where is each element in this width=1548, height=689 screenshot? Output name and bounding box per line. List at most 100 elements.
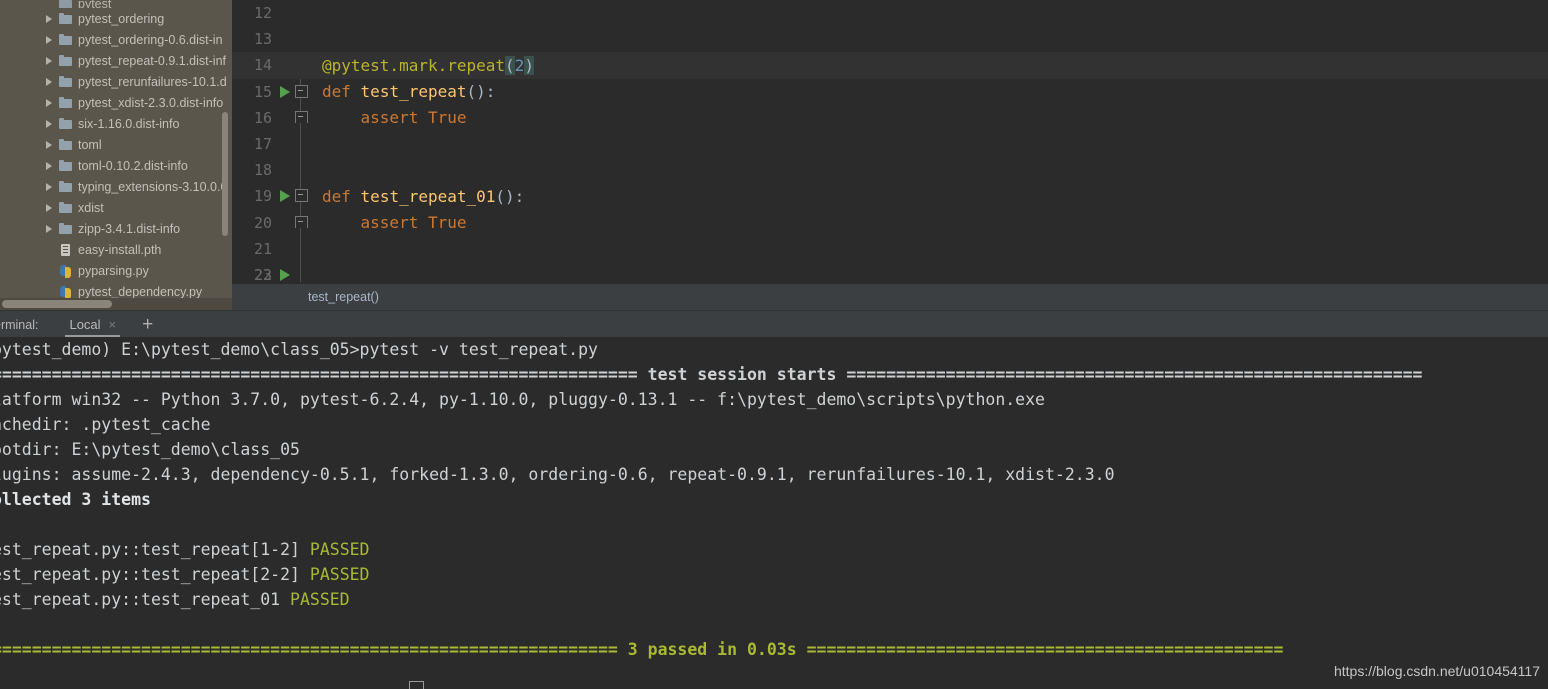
- folder-icon: [59, 33, 73, 46]
- project-tree-panel[interactable]: pytest_ pytest_ordering pytest_ordering-…: [0, 0, 232, 310]
- chevron-right-icon[interactable]: [44, 139, 55, 150]
- editor-line-14[interactable]: 14 @pytest.mark.repeat(2): [232, 52, 1548, 79]
- run-test-icon[interactable]: [272, 262, 298, 282]
- tree-item-easy-install-pth[interactable]: easy-install.pth: [0, 239, 232, 260]
- editor-line-16[interactable]: 16 assert True: [232, 104, 1548, 131]
- folder-icon: [59, 0, 73, 8]
- editor-line-20[interactable]: 20 assert True: [232, 209, 1548, 236]
- tree-item-pytest-xdist-dist-info[interactable]: pytest_xdist-2.3.0.dist-info: [0, 92, 232, 113]
- tree-item-zipp-dist-info[interactable]: zipp-3.4.1.dist-info: [0, 218, 232, 239]
- tree-item-label: typing_extensions-3.10.0.0: [78, 179, 228, 194]
- folder-icon: [59, 138, 73, 151]
- chevron-right-icon[interactable]: [44, 118, 55, 129]
- tree-item-label: pytest_dependency.py: [78, 284, 203, 299]
- fold-marker-icon[interactable]: [295, 189, 308, 203]
- terminal-text: ollected 3 items: [0, 490, 151, 509]
- terminal-tab-bar: erminal: Local × +: [0, 310, 1548, 338]
- chevron-right-icon[interactable]: [44, 202, 55, 213]
- terminal-line-collected: ollected 3 items: [0, 487, 1548, 512]
- fold-marker-icon[interactable]: [295, 84, 308, 98]
- chevron-right-icon[interactable]: [44, 223, 55, 234]
- true-keyword-token: True: [427, 213, 467, 233]
- function-name-token: test_repeat_01: [360, 186, 496, 206]
- fold-end-marker-icon[interactable]: [295, 110, 308, 123]
- chevron-right-icon[interactable]: [44, 160, 55, 171]
- tree-item-label: pytest_: [78, 0, 119, 8]
- chevron-right-icon[interactable]: [44, 13, 55, 24]
- folder-icon: [59, 12, 73, 25]
- tree-item-pytest-ordering[interactable]: pytest_ordering: [0, 8, 232, 29]
- folder-icon: [59, 117, 73, 130]
- fold-gutter: [298, 52, 320, 78]
- terminal-line-session-header: ========================================…: [0, 362, 1548, 387]
- code-editor[interactable]: 12 13 14 @pytest.mark.repeat(2) 15 def t…: [232, 0, 1548, 282]
- tree-item-pytest-repeat-dist-info[interactable]: pytest_repeat-0.9.1.dist-inf: [0, 50, 232, 71]
- terminal-line-cachedir: achedir: .pytest_cache: [0, 412, 1548, 437]
- line-number: 16: [253, 108, 272, 127]
- project-tree-vertical-scrollbar[interactable]: [222, 112, 228, 236]
- assert-keyword-token: assert: [360, 108, 419, 128]
- fold-end-marker-icon[interactable]: [295, 215, 308, 228]
- tree-item-pytest-ordering-dist-info[interactable]: pytest_ordering-0.6.dist-in: [0, 29, 232, 50]
- editor-line-19[interactable]: 19 def test_repeat_01():: [232, 183, 1548, 210]
- folder-icon: [59, 75, 73, 88]
- chevron-right-icon[interactable]: [44, 34, 55, 45]
- terminal-line-summary: ========================================…: [0, 637, 1548, 662]
- terminal-text: ========================================…: [0, 640, 1284, 659]
- breadcrumb[interactable]: test_repeat(): [232, 284, 1548, 310]
- fold-gutter[interactable]: [295, 209, 320, 236]
- tree-item-xdist[interactable]: xdist: [0, 197, 232, 218]
- tree-item-six-dist-info[interactable]: six-1.16.0.dist-info: [0, 113, 232, 134]
- tree-item-pytest-rerunfailures-dist-info[interactable]: pytest_rerunfailures-10.1.d: [0, 71, 232, 92]
- scroll-indicator-icon: [409, 681, 424, 689]
- run-gutter: [272, 0, 298, 26]
- def-keyword-token: def: [322, 186, 351, 206]
- editor-line-21[interactable]: 21: [232, 235, 1548, 262]
- chevron-right-icon[interactable]: [44, 55, 55, 66]
- terminal-tab-local[interactable]: Local ×: [65, 311, 121, 338]
- fold-gutter: [298, 157, 320, 184]
- tree-item-toml-dist-info[interactable]: toml-0.10.2.dist-info: [0, 155, 232, 176]
- run-gutter: [272, 236, 298, 262]
- editor-line-13[interactable]: 13: [232, 26, 1548, 52]
- chevron-right-icon[interactable]: [44, 97, 55, 108]
- tree-item-typing-extensions[interactable]: typing_extensions-3.10.0.0: [0, 176, 232, 197]
- fold-gutter[interactable]: [295, 183, 320, 210]
- project-tree-horizontal-scrollbar[interactable]: [2, 300, 112, 308]
- python-file-icon: [59, 285, 73, 299]
- editor-line-23[interactable]: 23: [232, 262, 1548, 282]
- folder-icon: [59, 180, 73, 193]
- fold-gutter[interactable]: [295, 78, 320, 105]
- watermark-url: https://blog.csdn.net/u010454117: [1333, 663, 1540, 679]
- fold-gutter: [298, 235, 320, 262]
- chevron-right-icon[interactable]: [44, 0, 55, 8]
- line-number: 20: [253, 213, 272, 232]
- tree-item-toml[interactable]: toml: [0, 134, 232, 155]
- terminal-line-test-3: est_repeat.py::test_repeat_01 PASSED: [0, 587, 1548, 612]
- test-status-passed: PASSED: [309, 565, 370, 584]
- fold-gutter[interactable]: [295, 104, 320, 131]
- editor-line-17[interactable]: 17: [232, 130, 1548, 158]
- chevron-right-icon[interactable]: [44, 181, 55, 192]
- terminal-text: ========================================…: [846, 365, 1423, 384]
- run-gutter: [272, 52, 298, 78]
- close-icon[interactable]: ×: [109, 318, 117, 331]
- project-tree-horizontal-scrollbar-track[interactable]: [0, 298, 232, 310]
- chevron-right-icon[interactable]: [44, 76, 55, 87]
- code-text: def test_repeat():: [320, 82, 1548, 101]
- tree-item-clipped-top[interactable]: pytest_: [0, 0, 232, 8]
- add-terminal-icon[interactable]: +: [142, 315, 153, 334]
- tree-item-label: xdist: [78, 200, 104, 215]
- editor-line-18[interactable]: 18: [232, 157, 1548, 184]
- tree-item-pyparsing-py[interactable]: pyparsing.py: [0, 260, 232, 281]
- editor-line-15[interactable]: 15 def test_repeat():: [232, 78, 1548, 105]
- run-gutter: [272, 157, 298, 183]
- fold-gutter: [298, 262, 320, 282]
- editor-line-12[interactable]: 12: [232, 0, 1548, 26]
- terminal-tab-label: Local: [69, 317, 101, 332]
- tree-item-label: pytest_ordering-0.6.dist-in: [78, 32, 223, 47]
- terminal-output[interactable]: pytest_demo) E:\pytest_demo\class_05>pyt…: [0, 337, 1548, 672]
- editor-line-23-clipped[interactable]: 23: [232, 262, 1548, 282]
- line-number: 18: [253, 161, 272, 180]
